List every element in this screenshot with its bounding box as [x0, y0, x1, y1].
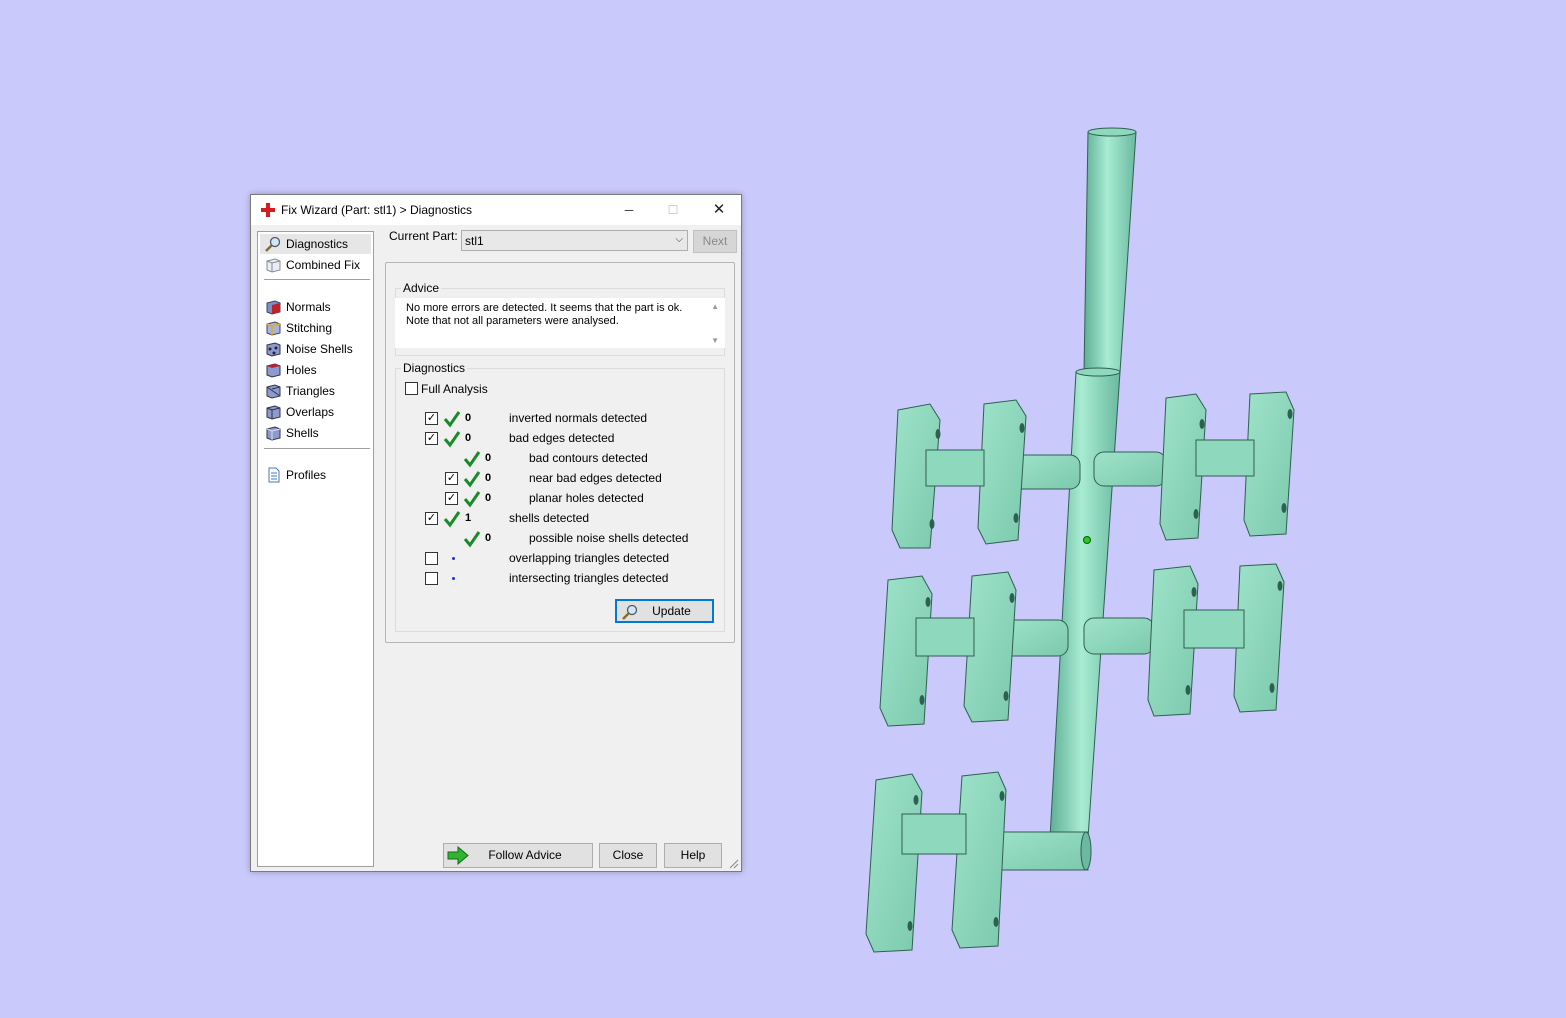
advice-title: Advice	[401, 281, 442, 295]
shells-label: shells detected	[509, 511, 590, 525]
advice-text: No more errors are detected. It seems th…	[406, 302, 683, 327]
resize-grip-icon[interactable]	[729, 859, 739, 869]
check-ok-icon	[463, 491, 481, 508]
near-bad-edges-checkbox[interactable]: ✓	[445, 472, 458, 485]
shells-count: 1	[465, 512, 472, 524]
sidebar-item-label: Noise Shells	[286, 342, 353, 356]
bad-edges-checkbox[interactable]: ✓	[425, 432, 438, 445]
noise-shells-label: possible noise shells detected	[529, 531, 689, 545]
sidebar-item-label: Normals	[286, 300, 331, 314]
sidebar-item-overlaps[interactable]: Overlaps	[260, 402, 371, 422]
maximize-button[interactable]: ☐	[651, 195, 695, 225]
green-arrow-icon	[447, 846, 469, 865]
check-ok-icon	[463, 451, 481, 468]
title-bar[interactable]: Fix Wizard (Part: stl1) > Diagnostics ─ …	[251, 195, 741, 225]
wizard-sidebar: Diagnostics Combined Fix Normals Stitchi…	[257, 231, 374, 867]
not-analysed-dot-icon	[452, 577, 455, 580]
close-button[interactable]: Close	[599, 843, 657, 868]
planar-holes-label: planar holes detected	[529, 491, 644, 505]
sidebar-item-label: Diagnostics	[286, 237, 349, 251]
sidebar-item-triangles[interactable]: Triangles	[260, 381, 371, 401]
bad-contours-count: 0	[485, 452, 492, 464]
sidebar-item-label: Triangles	[286, 384, 335, 398]
pivot-point-marker	[1083, 536, 1091, 544]
cube-icon	[266, 258, 281, 273]
follow-advice-button[interactable]: Follow Advice	[443, 843, 593, 868]
sidebar-item-label: Shells	[286, 426, 319, 440]
stitching-cube-icon	[266, 321, 281, 336]
bad-contours-label: bad contours detected	[529, 451, 648, 465]
current-part-value: stl1	[465, 234, 484, 248]
update-button-label: Update	[652, 604, 691, 618]
minimize-button[interactable]: ─	[607, 195, 651, 225]
holes-cube-icon	[266, 363, 281, 378]
update-button[interactable]: Update	[615, 599, 714, 623]
sidebar-item-combined-fix[interactable]: Combined Fix	[260, 255, 371, 275]
sidebar-item-diagnostics[interactable]: Diagnostics	[260, 234, 371, 254]
near-bad-edges-count: 0	[485, 472, 492, 484]
overlapping-triangles-checkbox[interactable]	[425, 552, 438, 565]
part-model[interactable]	[0, 0, 1566, 1015]
sidebar-item-holes[interactable]: Holes	[260, 360, 371, 380]
normals-cube-icon	[266, 300, 281, 315]
help-button[interactable]: Help	[664, 843, 722, 868]
inverted-normals-checkbox[interactable]: ✓	[425, 412, 438, 425]
check-ok-icon	[443, 511, 461, 528]
planar-holes-checkbox[interactable]: ✓	[445, 492, 458, 505]
bad-edges-count: 0	[465, 432, 472, 444]
sidebar-item-label: Stitching	[286, 321, 333, 335]
planar-holes-count: 0	[485, 492, 492, 504]
overlaps-cube-icon	[266, 405, 281, 420]
sidebar-item-profiles[interactable]: Profiles	[260, 465, 371, 485]
sidebar-item-label: Profiles	[286, 468, 327, 482]
sidebar-item-label: Combined Fix	[286, 258, 361, 272]
noise-shells-count: 0	[485, 532, 492, 544]
chevron-down-icon: ⌵	[675, 234, 683, 245]
current-part-label: Current Part:	[389, 229, 458, 243]
scroll-up-icon[interactable]: ▲	[711, 302, 719, 311]
red-cross-icon	[261, 203, 275, 217]
follow-advice-label: Follow Advice	[488, 848, 562, 862]
sidebar-item-stitching[interactable]: Stitching	[260, 318, 371, 338]
document-icon	[268, 467, 280, 483]
advice-textbox[interactable]: No more errors are detected. It seems th…	[395, 298, 725, 348]
window-title: Fix Wizard (Part: stl1) > Diagnostics	[281, 203, 473, 217]
magnifier-icon	[265, 236, 281, 252]
fix-wizard-dialog: Fix Wizard (Part: stl1) > Diagnostics ─ …	[250, 194, 742, 872]
intersecting-triangles-checkbox[interactable]	[425, 572, 438, 585]
shells-cube-icon	[266, 426, 281, 441]
intersecting-triangles-label: intersecting triangles detected	[509, 571, 669, 585]
triangles-cube-icon	[266, 384, 281, 399]
scroll-down-icon[interactable]: ▼	[711, 336, 719, 345]
full-analysis-label: Full Analysis	[421, 382, 488, 396]
bad-edges-label: bad edges detected	[509, 431, 615, 445]
check-ok-icon	[443, 431, 461, 448]
sidebar-divider	[264, 448, 370, 449]
near-bad-edges-label: near bad edges detected	[529, 471, 662, 485]
overlapping-triangles-label: overlapping triangles detected	[509, 551, 670, 565]
magnifier-icon	[622, 604, 638, 620]
noise-shells-icon	[266, 342, 281, 357]
sidebar-divider	[264, 279, 370, 280]
sidebar-item-shells[interactable]: Shells	[260, 423, 371, 443]
diagnostics-title: Diagnostics	[401, 361, 468, 375]
current-part-select[interactable]: stl1 ⌵	[461, 230, 688, 251]
close-window-button[interactable]: ✕	[697, 195, 741, 225]
sidebar-item-label: Overlaps	[286, 405, 335, 419]
check-ok-icon	[463, 471, 481, 488]
next-button[interactable]: Next	[693, 230, 737, 253]
sidebar-item-normals[interactable]: Normals	[260, 297, 371, 317]
inverted-normals-count: 0	[465, 412, 472, 424]
sidebar-item-label: Holes	[286, 363, 317, 377]
not-analysed-dot-icon	[452, 557, 455, 560]
sidebar-item-noise-shells[interactable]: Noise Shells	[260, 339, 371, 359]
full-analysis-checkbox[interactable]	[405, 382, 418, 395]
inverted-normals-label: inverted normals detected	[509, 411, 648, 425]
3d-viewport[interactable]	[0, 0, 1566, 1015]
shells-checkbox[interactable]: ✓	[425, 512, 438, 525]
check-ok-icon	[443, 411, 461, 428]
check-ok-icon	[463, 531, 481, 548]
